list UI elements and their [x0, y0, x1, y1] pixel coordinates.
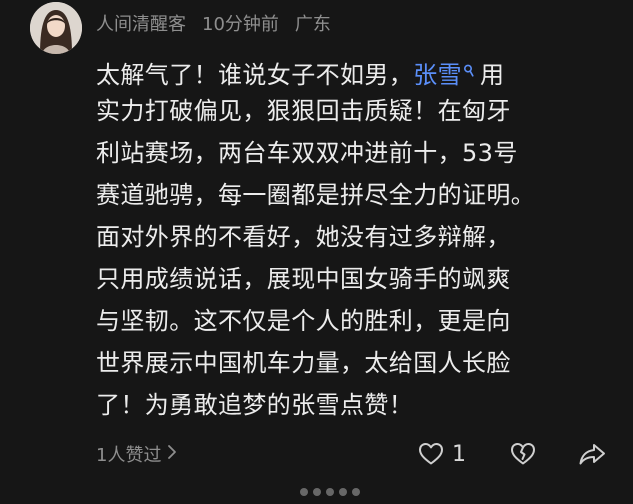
broken-heart-icon: [510, 442, 536, 466]
comment-line: 实力打破偏见，狠狠回击质疑！在匈牙: [96, 97, 511, 125]
comment-line: 太解气了！谁说女子不如男，张雪用: [96, 48, 616, 90]
comment-line: 只用成绩说话，展现中国女骑手的飒爽: [96, 265, 511, 293]
dot: [300, 488, 308, 496]
likers-text: 1人赞过: [96, 445, 162, 466]
share-button[interactable]: [578, 432, 606, 476]
comment-line-text: 太解气了！谁说女子不如男，: [96, 61, 414, 89]
search-icon: [463, 48, 474, 90]
mention-link[interactable]: 张雪: [413, 61, 480, 89]
comment-card: 人间清醒客 10分钟前 广东 太解气了！谁说女子不如男，张雪用 实力打破偏见，狠…: [0, 0, 633, 504]
comment-line: 了！为勇敢追梦的张雪点赞！: [96, 391, 414, 419]
dot: [326, 488, 334, 496]
dot: [339, 488, 347, 496]
likers-link[interactable]: 1人赞过: [96, 432, 177, 476]
comment-line: 与坚韧。这不仅是个人的胜利，更是向: [96, 307, 511, 335]
comment-line: 世界展示中国机车力量，太给国人长脸: [96, 349, 511, 377]
avatar[interactable]: [30, 2, 82, 54]
comment-line: 赛道驰骋，每一圈都是拼尽全力的证明。: [96, 181, 536, 209]
comment-body: 太解气了！谁说女子不如男，张雪用 实力打破偏见，狠狠回击质疑！在匈牙 利站赛场，…: [96, 48, 616, 426]
comment-line-text: 用: [480, 61, 505, 89]
avatar-photo: [30, 2, 82, 54]
share-arrow-icon: [578, 442, 606, 466]
dot: [352, 488, 360, 496]
like-button[interactable]: 1: [418, 432, 466, 476]
dislike-button[interactable]: [510, 432, 536, 476]
divider-dots: [300, 488, 360, 498]
comment-meta: 人间清醒客 10分钟前 广东: [96, 8, 331, 38]
comment-time: 10分钟前: [202, 14, 279, 35]
like-count: 1: [452, 441, 466, 467]
comment-line: 面对外界的不看好，她没有过多辩解，: [96, 223, 511, 251]
dot: [313, 488, 321, 496]
comment-footer: 1人赞过 1: [0, 432, 633, 476]
heart-icon: [418, 442, 444, 466]
mention-name: 张雪: [413, 61, 463, 89]
comment-location: 广东: [294, 14, 331, 35]
comment-line: 利站赛场，两台车双双冲进前十，53号: [96, 139, 518, 167]
author-name[interactable]: 人间清醒客: [96, 10, 186, 36]
chevron-right-icon: [167, 444, 177, 465]
